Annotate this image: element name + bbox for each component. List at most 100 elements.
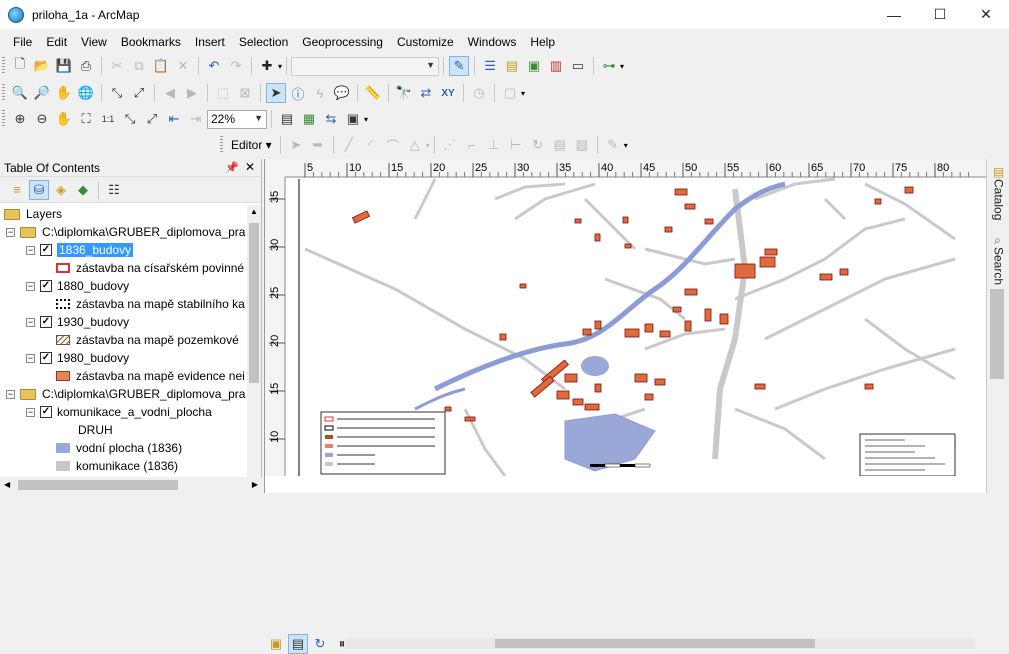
model-builder-icon[interactable]: ⊶ [599,56,619,76]
catalog-tab[interactable]: ▤ Catalog [990,165,1007,220]
zoom-out-icon[interactable]: 🔎 [32,83,52,103]
menu-view[interactable]: View [74,35,114,49]
create-viewer-window-icon[interactable]: ▢ [500,83,520,103]
html-popup-icon[interactable]: 💬 [332,83,352,103]
collapse-icon[interactable]: − [26,407,35,417]
editor-toolbar-icon[interactable]: ✎ [449,56,470,76]
attributes-icon[interactable]: ▤ [550,135,570,155]
list-by-selection-icon[interactable]: ◆ [73,180,93,200]
layout-pan-icon[interactable]: ✋ [54,109,74,129]
paste-icon[interactable]: 📋 [151,56,171,76]
scroll-thumb[interactable] [18,480,178,490]
layer-visibility-checkbox[interactable]: ✓ [40,352,52,364]
zoom-100-percent-icon[interactable]: 1:1 [98,109,118,129]
edit-tool-icon[interactable]: ➤ [286,135,306,155]
fixed-zoom-in-icon[interactable]: ⤡ [107,83,127,103]
catalog-window-icon[interactable]: ▤ [502,56,522,76]
split-icon[interactable]: ⊢ [506,135,526,155]
collapse-icon[interactable]: − [26,281,35,291]
layout-zoom-in-icon[interactable]: ⊕ [10,109,30,129]
new-document-icon[interactable]: 🗋 [10,56,30,76]
search-tab[interactable]: ⌕ Search [990,235,1007,285]
select-elements-arrow-icon[interactable]: ➤ [266,83,286,103]
collapse-icon[interactable]: − [26,317,35,327]
menu-edit[interactable]: Edit [39,35,74,49]
fixed-zoom-out-layout-icon[interactable]: ⤢ [142,109,162,129]
list-by-drawing-order-icon[interactable]: ≡ [7,180,27,200]
map-scale-combo[interactable]: ▼ [291,56,440,76]
go-forward-extent-layout-icon[interactable]: ⇥ [186,109,206,129]
layer-1836-budovy[interactable]: − ✓ 1836_budovy [26,241,134,259]
layer-visibility-checkbox[interactable]: ✓ [40,406,52,418]
layer-visibility-checkbox[interactable]: ✓ [40,280,52,292]
straight-segment-icon[interactable]: ╱ [339,135,359,155]
toc-options-icon[interactable]: ☷ [104,180,124,200]
print-icon[interactable]: ⎙ [76,56,96,76]
menu-file[interactable]: File [6,35,39,49]
collapse-icon[interactable]: − [6,227,15,237]
collapse-icon[interactable]: − [6,389,15,399]
redo-icon[interactable]: ↷ [226,56,246,76]
layer-visibility-checkbox[interactable]: ✓ [40,244,52,256]
toolbar-grip[interactable] [220,136,223,154]
point-icon[interactable]: △ [405,135,425,155]
edit-annotation-icon[interactable]: ➥ [308,135,328,155]
menu-help[interactable]: Help [523,35,562,49]
layout-vertical-scroll-thumb[interactable] [990,289,1004,379]
toc-vertical-scrollbar[interactable]: ▲ [247,205,261,477]
menu-insert[interactable]: Insert [188,35,232,49]
go-back-extent-layout-icon[interactable]: ⇤ [164,109,184,129]
save-icon[interactable]: 💾 [54,56,74,76]
python-window-icon[interactable]: ▭ [568,56,588,76]
reshape-feature-icon[interactable]: ⌐ [462,135,482,155]
menu-geoprocessing[interactable]: Geoprocessing [295,35,390,49]
find-binoculars-icon[interactable]: 🔭 [394,83,414,103]
open-folder-icon[interactable]: 📂 [32,56,52,76]
layout-horizontal-scrollbar[interactable] [345,638,975,649]
scroll-thumb[interactable] [249,223,259,383]
fixed-zoom-in-layout-icon[interactable]: ⤡ [120,109,140,129]
layout-view-icon[interactable]: ▤ [288,633,308,654]
zoom-in-icon[interactable]: 🔍 [10,83,30,103]
layout-view[interactable]: 5 10 15 20 25 30 35 40 45 50 55 60 65 70 75 80 35 30 25 20… [264,159,987,654]
clear-selection-icon[interactable]: ⊠ [235,83,255,103]
pin-icon[interactable]: 📌 [225,161,239,174]
toc-folder-2[interactable]: − C:\diplomka\GRUBER_diplomova_pra [6,385,245,403]
list-by-visibility-icon[interactable]: ◈ [51,180,71,200]
time-slider-icon[interactable]: ◷ [469,83,489,103]
minimize-button[interactable]: — [871,0,917,29]
cut-polygons-icon[interactable]: ⊥ [484,135,504,155]
zoom-whole-page-icon[interactable]: ⛶ [76,109,96,129]
menu-windows[interactable]: Windows [461,35,524,49]
rotate-icon[interactable]: ↻ [528,135,548,155]
layout-zoom-out-icon[interactable]: ⊖ [32,109,52,129]
trace-icon[interactable]: ⌒ [383,135,403,155]
go-to-xy-icon[interactable]: XY [438,83,458,103]
zoom-percent-combo[interactable]: 22% ▼ [207,109,267,129]
layers-data-frame[interactable]: Layers [4,205,62,223]
identify-icon[interactable]: ⓘ [288,83,308,103]
layer-komunikace-a-vodni-plocha[interactable]: − ✓ komunikace_a_vodni_plocha [26,403,212,421]
undo-icon[interactable]: ↶ [204,56,224,76]
layer-1930-budovy[interactable]: − ✓ 1930_budovy [26,313,129,331]
toc-folder-1[interactable]: − C:\diplomka\GRUBER_diplomova_pra [6,223,245,241]
change-layout-icon[interactable]: ⇆ [321,109,341,129]
pan-hand-icon[interactable]: ✋ [54,83,74,103]
edit-vertices-icon[interactable]: ⋰ [440,135,460,155]
focus-data-frame-icon[interactable]: ▦ [299,109,319,129]
collapse-icon[interactable]: − [26,353,35,363]
data-view-icon[interactable]: ▣ [266,634,286,654]
find-route-icon[interactable]: ⇄ [416,83,436,103]
menu-customize[interactable]: Customize [390,35,461,49]
arctoolbox-icon[interactable]: ▥ [546,56,566,76]
toolbar-grip[interactable] [2,110,5,128]
collapse-icon[interactable]: − [26,245,35,255]
measure-icon[interactable]: 📏 [363,83,383,103]
copy-icon[interactable]: ⧉ [129,56,149,76]
menu-selection[interactable]: Selection [232,35,295,49]
search-window-icon[interactable]: ▣ [524,56,544,76]
toggle-draft-mode-icon[interactable]: ▤ [277,109,297,129]
layout-canvas[interactable]: 5 10 15 20 25 30 35 40 45 50 55 60 65 70 75 80 35 30 25 20… [265,159,987,491]
layer-1880-budovy[interactable]: − ✓ 1880_budovy [26,277,129,295]
end-point-arc-icon[interactable]: ◜ [361,135,381,155]
